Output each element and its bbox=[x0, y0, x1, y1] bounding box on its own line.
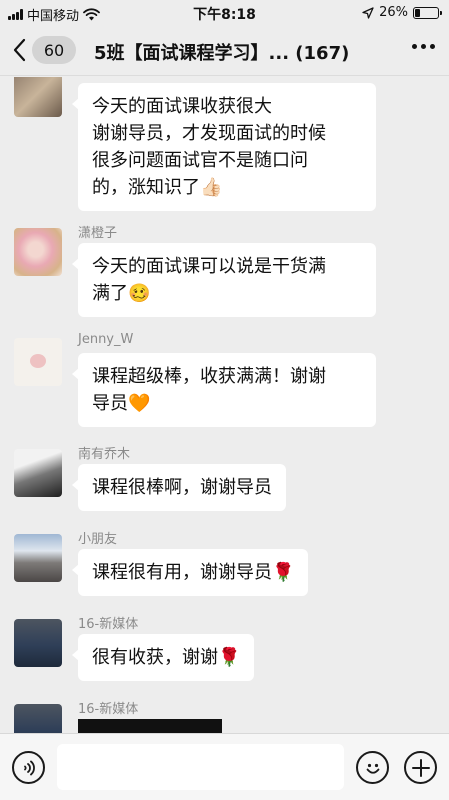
message-line: 的，涨知识了👍🏻 bbox=[92, 174, 362, 201]
rose-icon: 🌹 bbox=[218, 647, 241, 668]
message-line: 今天的面试课可以说是干货满 bbox=[92, 256, 326, 277]
battery-fill bbox=[415, 8, 420, 17]
message-text: 的，涨知识了 bbox=[92, 177, 200, 198]
message-line: 课程很有用，谢谢导员🌹 bbox=[92, 559, 294, 586]
back-button[interactable]: 60 bbox=[12, 36, 76, 64]
message-item: 小朋友 课程很有用，谢谢导员🌹 bbox=[14, 528, 434, 600]
sender-name: Jenny_W bbox=[78, 332, 134, 347]
location-arrow-icon bbox=[362, 6, 374, 19]
message-text: 导员 bbox=[92, 393, 128, 414]
message-line: 导员🧡 bbox=[92, 390, 362, 417]
smiley-icon bbox=[366, 763, 379, 774]
avatar[interactable] bbox=[14, 619, 62, 667]
message-bubble[interactable]: 今天的面试课收获很大 谢谢导员，才发现面试的时候 很多问题面试官不是随口问 的，… bbox=[72, 83, 376, 211]
message-line: 课程很棒啊，谢谢导员 bbox=[92, 477, 272, 498]
message-input[interactable] bbox=[57, 744, 344, 790]
message-bubble[interactable]: 今天的面试课可以说是干货满 满了🥴 bbox=[72, 243, 376, 317]
message-bubble[interactable]: 课程很棒啊，谢谢导员 bbox=[72, 464, 286, 511]
chat-title: 5班【面试课程学习】... (167) bbox=[94, 43, 350, 64]
sender-name: 16-新媒体 bbox=[78, 617, 139, 632]
thumbs-up-icon: 👍🏻 bbox=[200, 177, 223, 198]
avatar[interactable] bbox=[14, 338, 62, 386]
sender-name: 南有乔木 bbox=[78, 447, 131, 462]
sender-name: 小朋友 bbox=[78, 532, 118, 547]
battery-icon bbox=[413, 6, 442, 19]
orange-heart-icon: 🧡 bbox=[128, 393, 151, 414]
voice-icon bbox=[23, 760, 35, 775]
avatar[interactable] bbox=[14, 704, 62, 733]
message-item: 今天的面试课收获很大 谢谢导员，才发现面试的时候 很多问题面试官不是随口问 的，… bbox=[14, 77, 434, 211]
message-item: 16-新媒体 很有收获，谢谢🌹 bbox=[14, 613, 434, 685]
sender-name: 16-新媒体 bbox=[78, 702, 139, 717]
battery-percent: 26% bbox=[379, 5, 408, 20]
more-functions-button[interactable] bbox=[404, 751, 437, 784]
message-item: 16-新媒体 bbox=[14, 698, 434, 733]
avatar[interactable] bbox=[14, 534, 62, 582]
chat-header: 60 5班【面试课程学习】... (167) bbox=[0, 26, 449, 76]
voice-button[interactable] bbox=[12, 751, 45, 784]
woozy-face-icon: 🥴 bbox=[128, 283, 151, 304]
message-line: 很有收获，谢谢🌹 bbox=[92, 644, 240, 671]
unread-count-badge: 60 bbox=[32, 36, 76, 64]
avatar[interactable] bbox=[14, 228, 62, 276]
input-bar bbox=[0, 733, 449, 800]
status-right: 26% bbox=[362, 5, 442, 20]
message-item: Jenny_W 课程超级棒，收获满满！谢谢 导员🧡 bbox=[14, 332, 434, 432]
ellipsis-dot bbox=[421, 44, 426, 49]
rose-icon: 🌹 bbox=[272, 562, 295, 583]
avatar[interactable] bbox=[14, 449, 62, 497]
chevron-left-icon bbox=[13, 38, 26, 62]
message-bubble[interactable]: 很有收获，谢谢🌹 bbox=[71, 634, 255, 681]
emoji-button[interactable] bbox=[356, 751, 389, 784]
message-line: 满了🥴 bbox=[92, 280, 362, 307]
message-item: 潇橙子 今天的面试课可以说是干货满 满了🥴 bbox=[14, 222, 434, 322]
message-line: 很多问题面试官不是随口问 bbox=[92, 150, 308, 171]
ellipsis-dot bbox=[430, 44, 435, 49]
plus-icon bbox=[411, 758, 430, 777]
message-text: 很有收获，谢谢 bbox=[92, 647, 218, 668]
message-line: 今天的面试课收获很大 bbox=[92, 96, 272, 117]
message-bubble[interactable]: 课程超级棒，收获满满！谢谢 导员🧡 bbox=[72, 353, 376, 427]
message-text: 满了 bbox=[92, 283, 128, 304]
avatar[interactable] bbox=[14, 77, 62, 117]
message-bubble[interactable]: 课程很有用，谢谢导员🌹 bbox=[71, 549, 309, 596]
message-text: 课程很有用，谢谢导员 bbox=[92, 562, 272, 583]
message-line: 谢谢导员，才发现面试的时候 bbox=[92, 123, 326, 144]
message-line: 课程超级棒，收获满满！谢谢 bbox=[92, 366, 326, 387]
status-bar: 中国移动 下午8:18 26% bbox=[0, 0, 449, 26]
ellipsis-icon bbox=[412, 44, 417, 49]
message-list[interactable]: 今天的面试课收获很大 谢谢导员，才发现面试的时候 很多问题面试官不是随口问 的，… bbox=[0, 77, 449, 733]
more-options-button[interactable] bbox=[412, 44, 435, 49]
avatar-figure bbox=[30, 354, 46, 368]
sender-name: 潇橙子 bbox=[78, 226, 118, 241]
message-item: 南有乔木 课程很棒啊，谢谢导员 bbox=[14, 443, 434, 515]
redacted-content bbox=[78, 719, 222, 733]
